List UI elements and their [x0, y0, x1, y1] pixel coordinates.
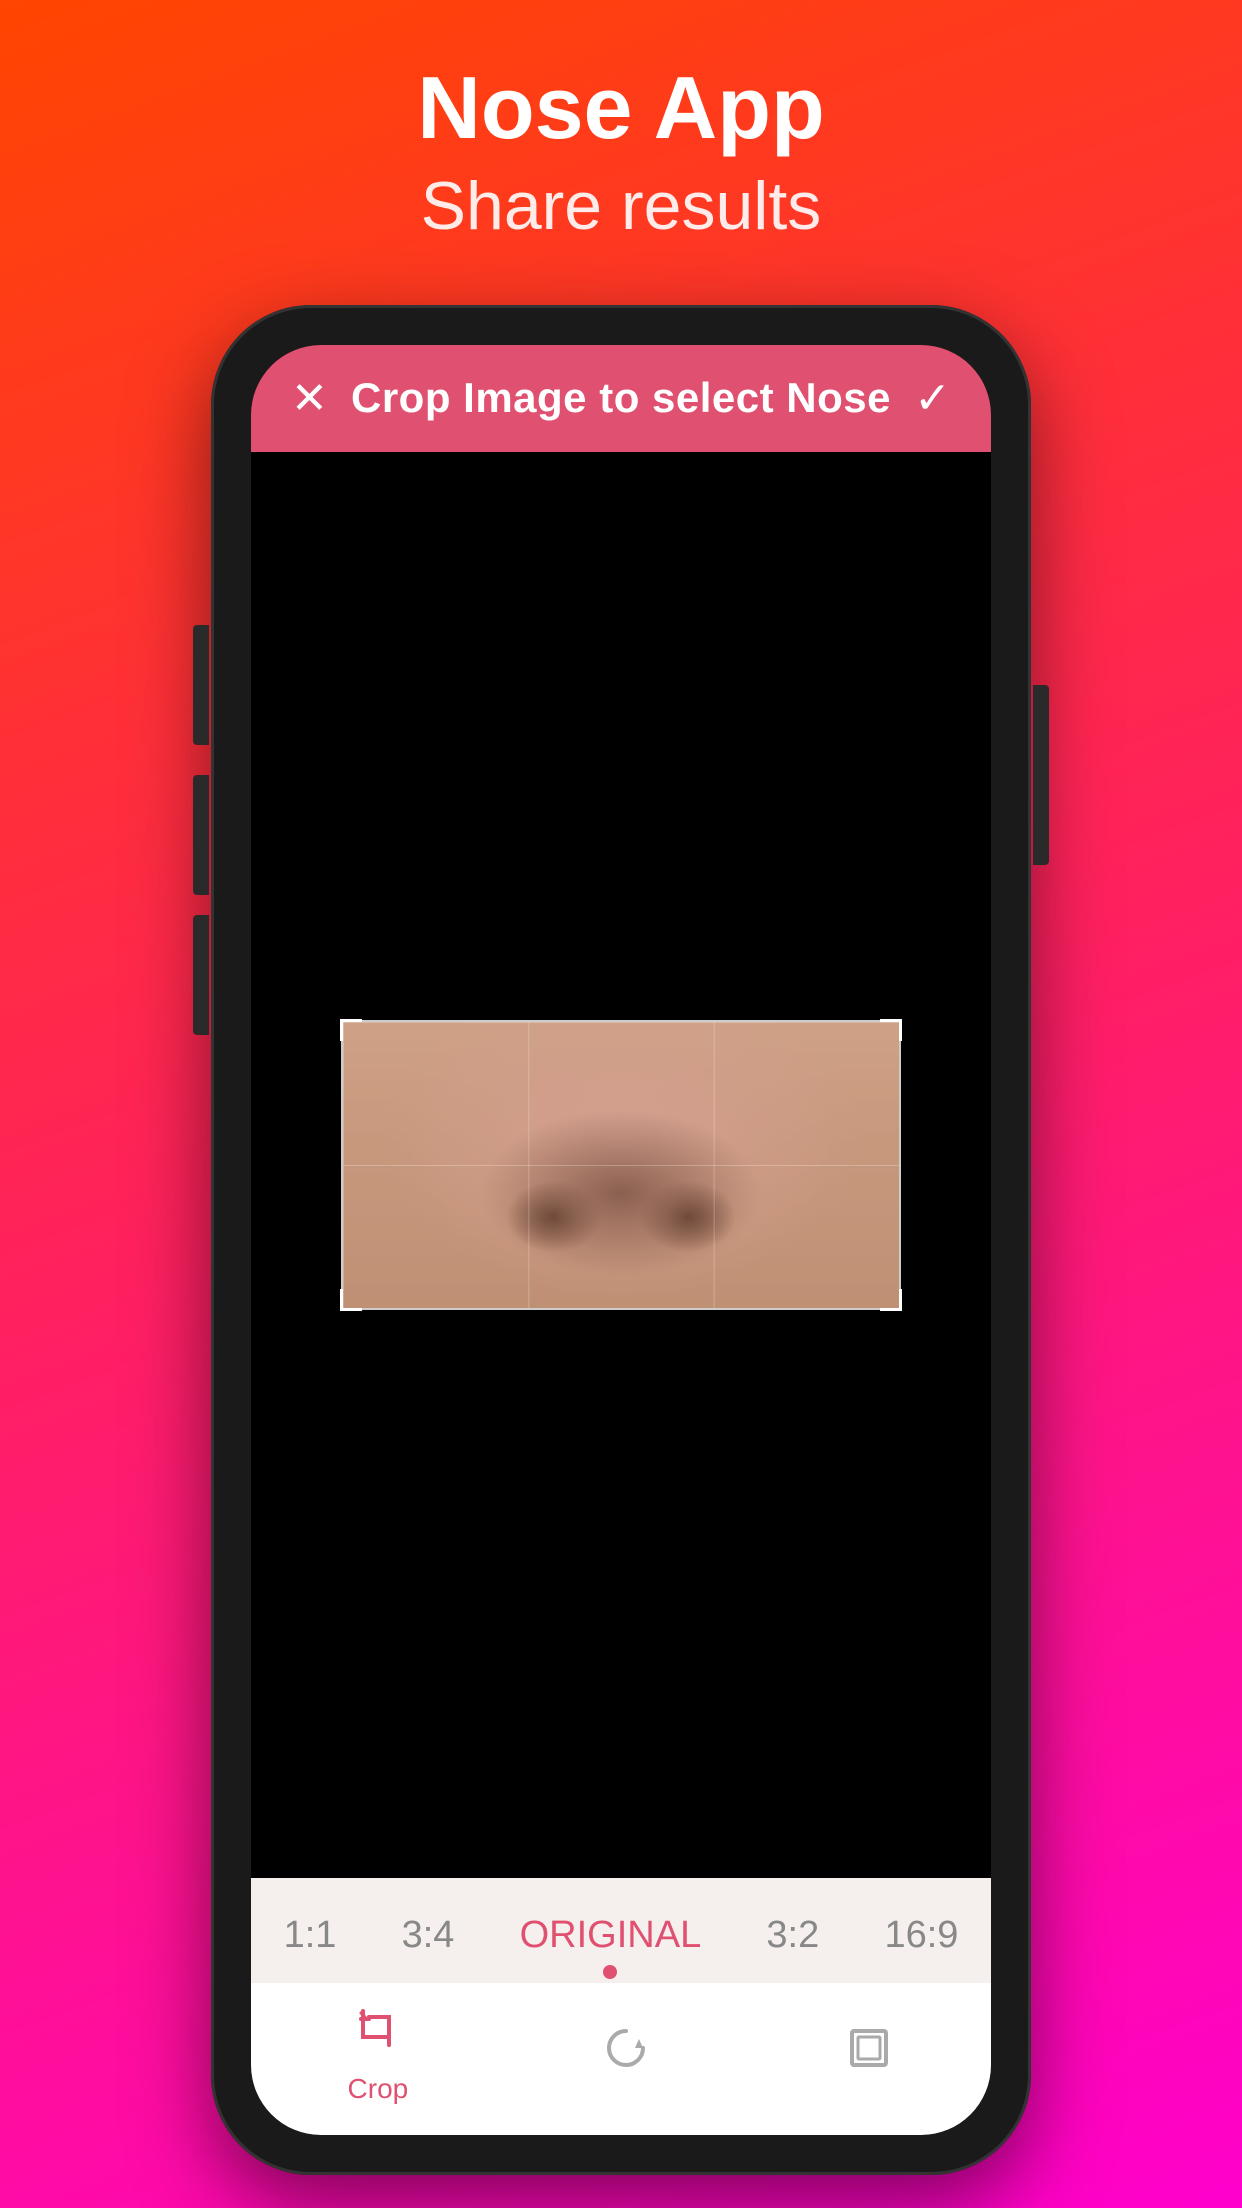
toolbar-crop[interactable]: Crop [348, 2003, 409, 2105]
phone-mockup: ✕ Crop Image to select Nose ✓ [211, 305, 1031, 2175]
aspect-3-4[interactable]: 3:4 [382, 1906, 475, 1965]
crop-header-title: Crop Image to select Nose [351, 374, 891, 422]
aspect-active-dot [603, 1965, 617, 1979]
image-canvas [251, 452, 991, 1878]
app-title: Nose App [417, 60, 824, 157]
grid-overlay [343, 1022, 899, 1308]
confirm-icon[interactable]: ✓ [914, 373, 951, 424]
bottom-toolbar: Crop [251, 1983, 991, 2135]
aspect-1-1[interactable]: 1:1 [264, 1906, 357, 1965]
app-subtitle: Share results [417, 167, 824, 245]
phone-screen: ✕ Crop Image to select Nose ✓ [251, 345, 991, 2135]
aspect-3-2[interactable]: 3:2 [746, 1906, 839, 1965]
aspect-ratio-bar: 1:1 3:4 ORIGINAL 3:2 16:9 [251, 1878, 991, 1983]
toolbar-expand[interactable] [844, 2023, 894, 2085]
phone-shell: ✕ Crop Image to select Nose ✓ [211, 305, 1031, 2175]
toolbar-rotate[interactable] [601, 2023, 651, 2085]
close-icon[interactable]: ✕ [291, 373, 328, 424]
crop-region[interactable] [341, 1020, 901, 1310]
nose-image [343, 1022, 899, 1308]
aspect-original[interactable]: ORIGINAL [500, 1906, 722, 1965]
expand-icon [844, 2023, 894, 2085]
crop-icon [353, 2003, 403, 2065]
crop-label: Crop [348, 2073, 409, 2105]
rotate-icon [601, 2023, 651, 2085]
aspect-16-9[interactable]: 16:9 [864, 1906, 978, 1965]
crop-header: ✕ Crop Image to select Nose ✓ [251, 345, 991, 452]
